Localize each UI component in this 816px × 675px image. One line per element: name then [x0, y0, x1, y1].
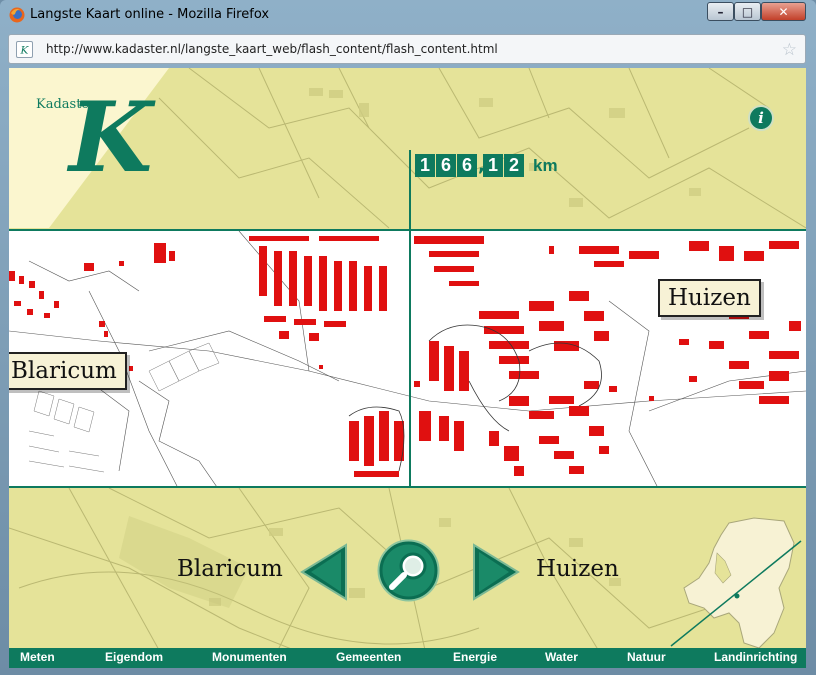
menu-item-eigendom[interactable]: Eigendom	[105, 650, 163, 664]
distance-counter: 1 6 6 , 1 2 km	[415, 154, 558, 177]
bottom-menu: Meten Eigendom Monumenten Gemeenten Ener…	[9, 648, 806, 668]
maximize-button[interactable]: □	[734, 2, 761, 21]
bookmark-star-icon[interactable]: ☆	[782, 40, 797, 60]
window-title: Langste Kaart online - Mozilla Firefox	[30, 7, 270, 22]
arrow-left-icon[interactable]	[299, 542, 349, 602]
menu-item-natuur[interactable]: Natuur	[627, 650, 666, 664]
position-marker-line	[409, 150, 411, 487]
site-favicon-icon: K	[16, 41, 33, 58]
counter-digit: 2	[504, 154, 524, 177]
menu-item-meten[interactable]: Meten	[20, 650, 55, 664]
minimize-button[interactable]: –	[707, 2, 734, 21]
close-icon: ✕	[778, 4, 789, 19]
url-text[interactable]: http://www.kadaster.nl/langste_kaart_web…	[46, 42, 498, 56]
map-strip-drawing	[9, 231, 806, 486]
map-strip[interactable]: Huizen Blaricum	[9, 229, 806, 488]
counter-unit: km	[533, 156, 558, 175]
menu-item-landinrichting[interactable]: Landinrichting	[714, 650, 797, 664]
maximize-icon: □	[741, 4, 754, 19]
kadaster-logo-letter: K	[69, 81, 153, 194]
counter-digit: 6	[457, 154, 477, 177]
arrow-right-icon[interactable]	[471, 542, 521, 602]
svg-text:K: K	[20, 44, 30, 56]
address-bar[interactable]: K http://www.kadaster.nl/langste_kaart_w…	[8, 34, 806, 64]
counter-digit: 6	[436, 154, 456, 177]
title-bar[interactable]: Langste Kaart online - Mozilla Firefox –…	[0, 0, 816, 30]
close-button[interactable]: ✕	[761, 2, 806, 21]
counter-digit: 1	[415, 154, 435, 177]
browser-window: Langste Kaart online - Mozilla Firefox –…	[0, 0, 816, 675]
menu-item-gemeenten[interactable]: Gemeenten	[336, 650, 401, 664]
minimize-icon: –	[717, 4, 724, 19]
menu-item-monumenten[interactable]: Monumenten	[212, 650, 287, 664]
firefox-icon	[9, 7, 25, 23]
callout-huizen: Huizen	[658, 279, 761, 317]
nav-to-label: Huizen	[536, 556, 619, 582]
callout-blaricum: Blaricum	[9, 352, 127, 390]
netherlands-overview-map[interactable]	[659, 513, 805, 658]
magnifier-icon[interactable]	[377, 539, 440, 602]
flash-content: Kadaster K i 1 6 6 , 1 2 km Huizen Blari…	[9, 68, 806, 668]
menu-item-water[interactable]: Water	[545, 650, 578, 664]
nav-from-label: Blaricum	[177, 556, 283, 582]
menu-item-energie[interactable]: Energie	[453, 650, 497, 664]
info-button[interactable]: i	[748, 105, 774, 131]
counter-digit: 1	[483, 154, 503, 177]
